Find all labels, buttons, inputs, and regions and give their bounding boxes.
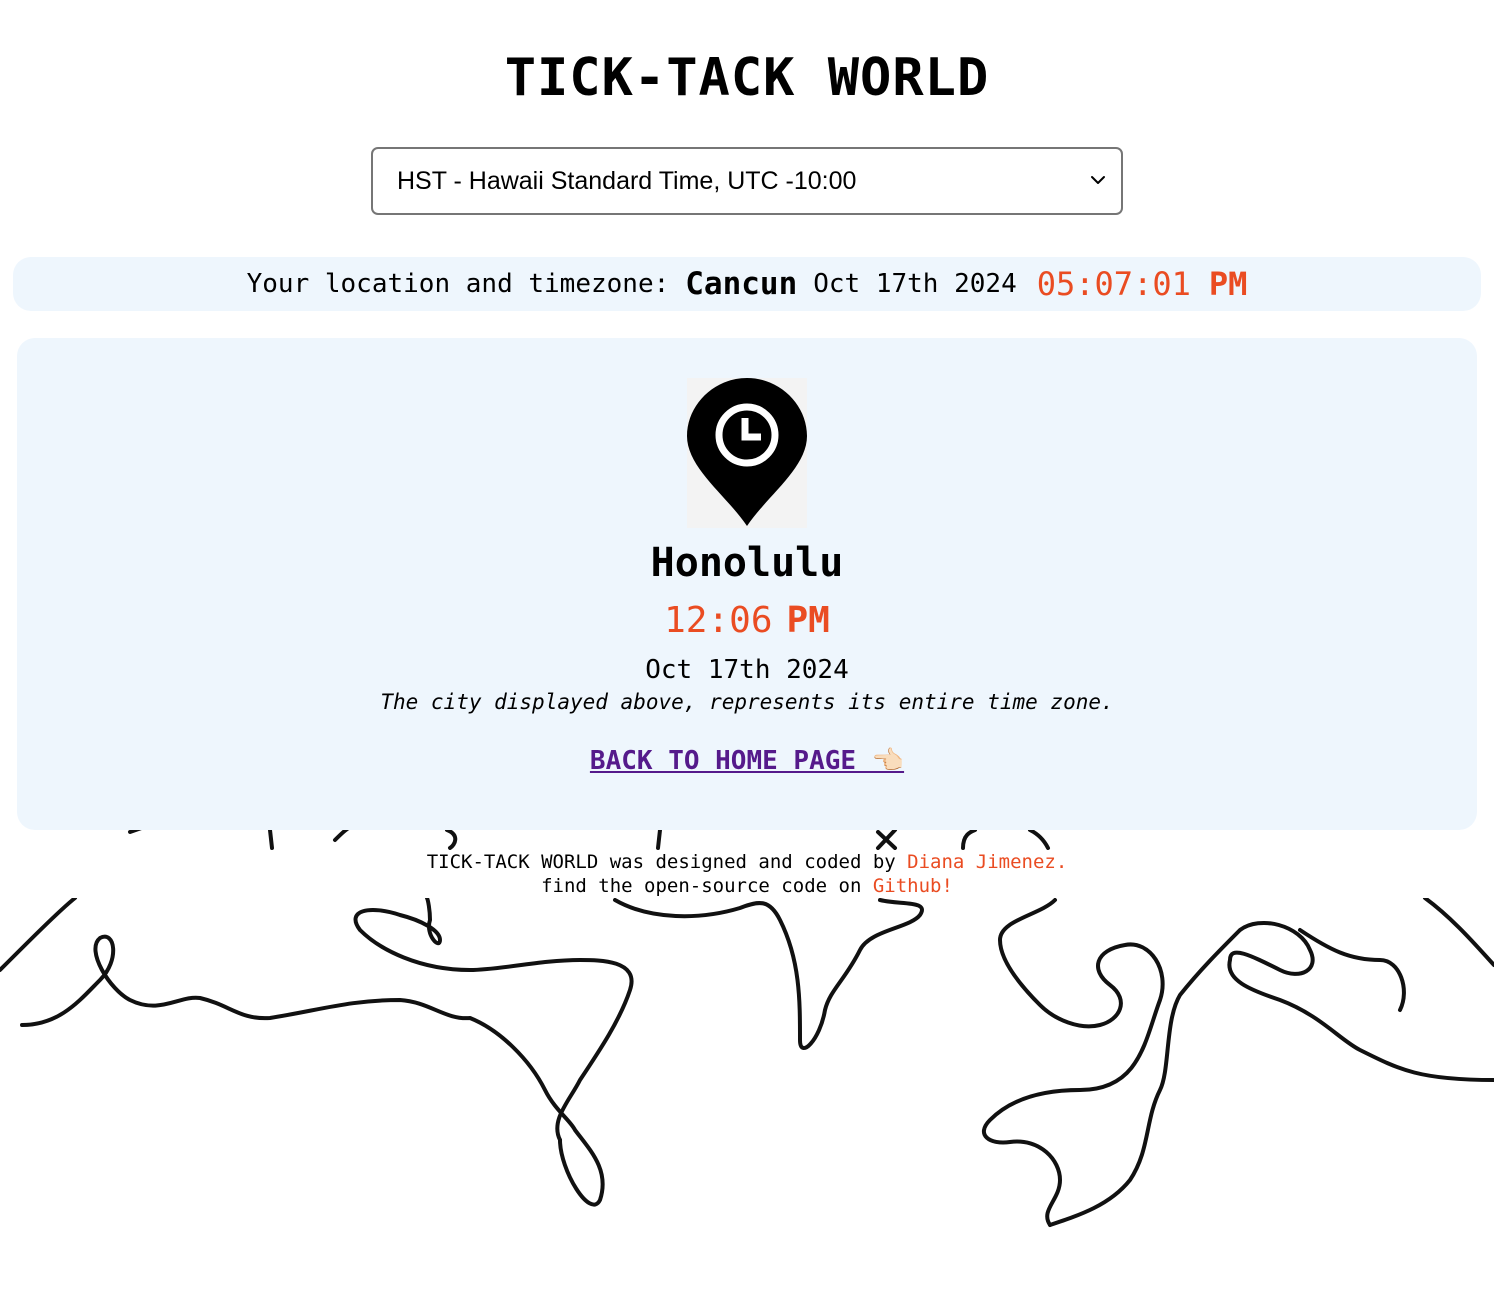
timezone-note: The city displayed above, represents its… bbox=[380, 690, 1114, 714]
page: TICK-TACK WORLD HST - Hawaii Standard Ti… bbox=[0, 0, 1494, 1297]
footer: TICK-TACK WORLD was designed and coded b… bbox=[0, 850, 1494, 898]
selected-city-ampm: PM bbox=[786, 600, 830, 641]
local-location-bar: Your location and timezone: Cancun Oct 1… bbox=[13, 257, 1481, 311]
timezone-select[interactable]: HST - Hawaii Standard Time, UTC -10:00 bbox=[371, 147, 1123, 215]
local-location-label: Your location and timezone: bbox=[246, 269, 670, 299]
timezone-select-value: HST - Hawaii Standard Time, UTC -10:00 bbox=[397, 166, 857, 195]
back-to-home-link[interactable]: BACK TO HOME PAGE 👈🏻 bbox=[590, 746, 904, 776]
selected-city-time: 12:06 bbox=[664, 600, 773, 641]
local-city: Cancun bbox=[685, 266, 798, 302]
footer-line-1: TICK-TACK WORLD was designed and coded b… bbox=[0, 850, 1494, 874]
selected-city-name: Honolulu bbox=[650, 540, 844, 586]
selected-city-date: Oct 17th 2024 bbox=[645, 655, 849, 685]
selected-city-time-row: 12:06 PM bbox=[0, 600, 1494, 641]
location-clock-pin-icon bbox=[687, 378, 807, 528]
local-date: Oct 17th 2024 bbox=[813, 269, 1017, 299]
local-time: 05:07:01 bbox=[1036, 265, 1191, 303]
chevron-down-icon bbox=[1091, 176, 1105, 184]
footer-credit-text: TICK-TACK WORLD was designed and coded b… bbox=[426, 851, 908, 873]
footer-source-text: find the open-source code on bbox=[541, 875, 873, 897]
local-ampm: PM bbox=[1208, 265, 1248, 303]
back-link-row: BACK TO HOME PAGE 👈🏻 bbox=[0, 746, 1494, 776]
author-link[interactable]: Diana Jimenez. bbox=[907, 851, 1067, 873]
github-link[interactable]: Github! bbox=[873, 875, 953, 897]
app-title: TICK-TACK WORLD bbox=[504, 48, 990, 108]
footer-line-2: find the open-source code on Github! bbox=[0, 874, 1494, 898]
